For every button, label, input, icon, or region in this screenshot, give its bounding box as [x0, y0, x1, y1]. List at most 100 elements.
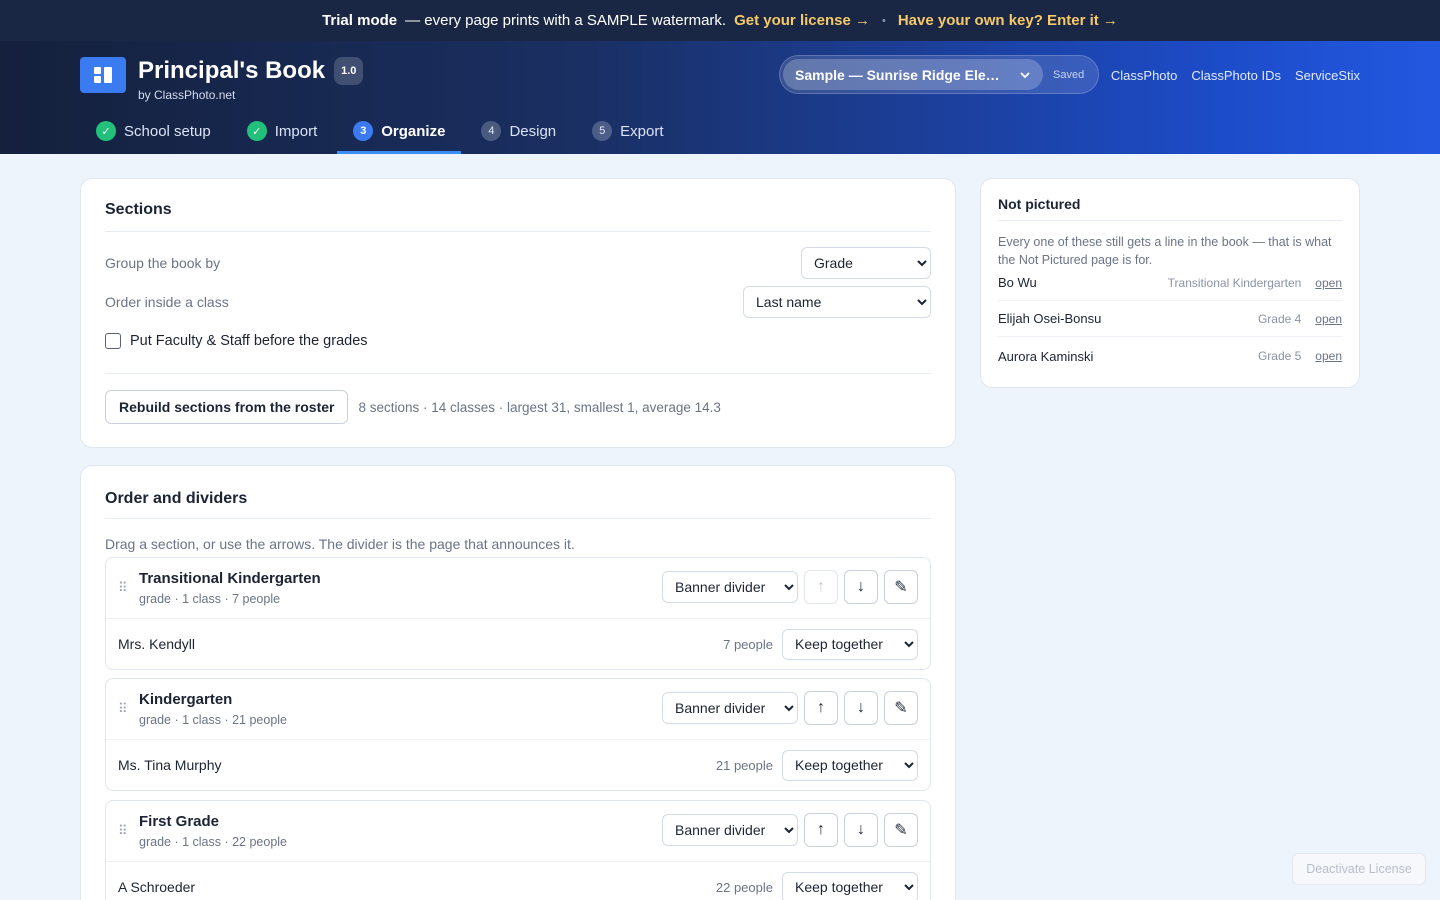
sections-title: Sections [105, 201, 172, 218]
divider [998, 220, 1342, 221]
group-by-select[interactable]: Grade [801, 247, 931, 279]
document-switcher: Sample — Sunrise Ridge Elementary Saved [779, 55, 1099, 94]
person-name: Aurora Kaminski [998, 348, 1094, 364]
step-label: Import [274, 122, 318, 140]
get-license-link[interactable]: Get your license → [734, 12, 870, 29]
divider-style-select[interactable]: Banner divider [662, 692, 798, 724]
person-name: Bo Wu [998, 275, 1037, 290]
tab-school-setup[interactable]: ✓ School setup [80, 108, 227, 154]
rebuild-sections-button[interactable]: Rebuild sections from the roster [105, 390, 349, 424]
document-select[interactable]: Sample — Sunrise Ridge Elementary [783, 59, 1043, 90]
keep-together-select[interactable]: Keep together [782, 871, 918, 900]
order-title: Order and dividers [105, 490, 248, 507]
order-dividers-card: Order and dividers Drag a section, or us… [80, 465, 956, 900]
section-group[interactable]: ⠿ Transitional Kindergarten grade · 1 cl… [105, 557, 931, 670]
step-number: 5 [592, 121, 613, 141]
open-link[interactable]: open [1315, 312, 1342, 326]
person-grade: Transitional Kindergarten [1167, 275, 1302, 290]
byline: by ClassPhoto.net [138, 88, 236, 102]
people-count: 21 people [715, 757, 773, 773]
not-pictured-title: Not pictured [998, 196, 1081, 212]
drag-handle-icon[interactable]: ⠿ [118, 823, 127, 839]
person-name: Elijah Osei-Bonsu [998, 311, 1102, 326]
app-header: Principal's Book 1.0 by ClassPhoto.net S… [0, 41, 1440, 154]
move-up-button[interactable]: ↑ [804, 813, 838, 847]
arrow-down-icon: ↓ [857, 578, 865, 595]
link-servicestix[interactable]: ServiceStix [1295, 68, 1360, 83]
enter-key-link[interactable]: Have your own key? Enter it → [898, 12, 1118, 29]
person-grade: Grade 4 [1257, 311, 1302, 326]
separator-dot: • [881, 14, 886, 27]
sections-summary: 8 sections · 14 classes · largest 31, sm… [358, 399, 721, 415]
checkbox-box[interactable] [105, 333, 121, 349]
version-badge: 1.0 [334, 57, 364, 85]
teacher-name: Mrs. Kendyll [118, 636, 196, 652]
divider [105, 518, 931, 519]
section-title: Kindergarten [139, 691, 233, 708]
wizard-steps: ✓ School setup ✓ Import 3 Organize 4 Des… [80, 108, 684, 154]
not-pictured-card: Not pictured Every one of these still ge… [980, 178, 1360, 388]
move-up-button[interactable]: ↑ [804, 691, 838, 725]
edit-divider-button[interactable]: ✎ [884, 570, 918, 604]
edit-divider-button[interactable]: ✎ [884, 691, 918, 725]
section-subtitle: grade · 1 class · 7 people [139, 592, 281, 606]
drag-handle-icon[interactable]: ⠿ [118, 701, 127, 717]
pencil-icon: ✎ [894, 579, 908, 596]
keep-together-select[interactable]: Keep together [782, 749, 918, 781]
divider [105, 373, 931, 374]
arrow-up-icon: ↑ [817, 578, 825, 595]
link-classphoto-ids[interactable]: ClassPhoto IDs [1191, 68, 1281, 83]
people-count: 22 people [715, 879, 773, 895]
top-links: ClassPhoto ClassPhoto IDs ServiceStix [1111, 68, 1360, 83]
move-down-button[interactable]: ↓ [844, 813, 878, 847]
divider-style-select[interactable]: Banner divider [662, 571, 798, 603]
trial-banner: Trial mode — every page prints with a SA… [0, 0, 1440, 41]
people-count: 7 people [723, 636, 773, 652]
step-number: 4 [481, 121, 502, 141]
move-down-button[interactable]: ↓ [844, 691, 878, 725]
move-up-button[interactable]: ↑ [804, 570, 838, 604]
brand[interactable]: Principal's Book 1.0 by ClassPhoto.net [80, 57, 364, 102]
tab-design[interactable]: 4 Design [465, 108, 572, 154]
divider-style-select[interactable]: Banner divider [662, 814, 798, 846]
move-down-button[interactable]: ↓ [844, 570, 878, 604]
document-name: Sample — Sunrise Ridge Elementary [795, 66, 1005, 83]
drag-handle-icon[interactable]: ⠿ [118, 580, 127, 596]
order-inside-select[interactable]: Last name [743, 286, 931, 318]
teacher-name: A Schroeder [118, 879, 196, 895]
order-inside-label: Order inside a class [105, 294, 229, 310]
group-by-label: Group the book by [105, 255, 221, 271]
person-grade: Grade 5 [1257, 349, 1302, 363]
class-row: Mrs. Kendyll 7 people Keep together [106, 619, 930, 669]
arrow-up-icon: ↑ [817, 699, 825, 716]
tab-organize[interactable]: 3 Organize [337, 108, 462, 154]
arrow-up-icon: ↑ [817, 821, 825, 838]
teacher-name: Ms. Tina Murphy [118, 757, 222, 773]
faculty-first-label: Put Faculty & Staff before the grades [130, 333, 368, 349]
faculty-first-checkbox[interactable]: Put Faculty & Staff before the grades [105, 333, 368, 349]
open-link[interactable]: open [1315, 349, 1342, 363]
section-group[interactable]: ⠿ Kindergarten grade · 1 class · 21 peop… [105, 678, 931, 791]
edit-divider-button[interactable]: ✎ [884, 813, 918, 847]
trial-label: Trial mode [322, 12, 398, 29]
class-row: Ms. Tina Murphy 21 people Keep together [106, 740, 930, 790]
save-status: Saved [1053, 68, 1085, 81]
deactivate-license-button[interactable]: Deactivate License [1292, 853, 1426, 885]
section-group[interactable]: ⠿ First Grade grade · 1 class · 22 peopl… [105, 800, 931, 900]
check-icon: ✓ [246, 121, 267, 141]
section-subtitle: grade · 1 class · 22 people [139, 835, 288, 849]
step-label: School setup [124, 122, 211, 140]
tab-export[interactable]: 5 Export [576, 108, 679, 154]
section-title: Transitional Kindergarten [139, 570, 321, 587]
keep-together-select[interactable]: Keep together [782, 628, 918, 660]
sections-card: Sections Group the book by Grade Order i… [80, 178, 956, 448]
check-icon: ✓ [96, 121, 116, 141]
tab-import[interactable]: ✓ Import [231, 108, 334, 154]
trial-message: — every page prints with a SAMPLE waterm… [405, 12, 727, 29]
class-row: A Schroeder 22 people Keep together [106, 862, 930, 900]
link-classphoto[interactable]: ClassPhoto [1111, 68, 1177, 83]
chevron-down-icon [1020, 71, 1030, 78]
open-link[interactable]: open [1315, 276, 1342, 290]
arrow-down-icon: ↓ [857, 699, 865, 716]
app-title: Principal's Book [138, 57, 326, 84]
